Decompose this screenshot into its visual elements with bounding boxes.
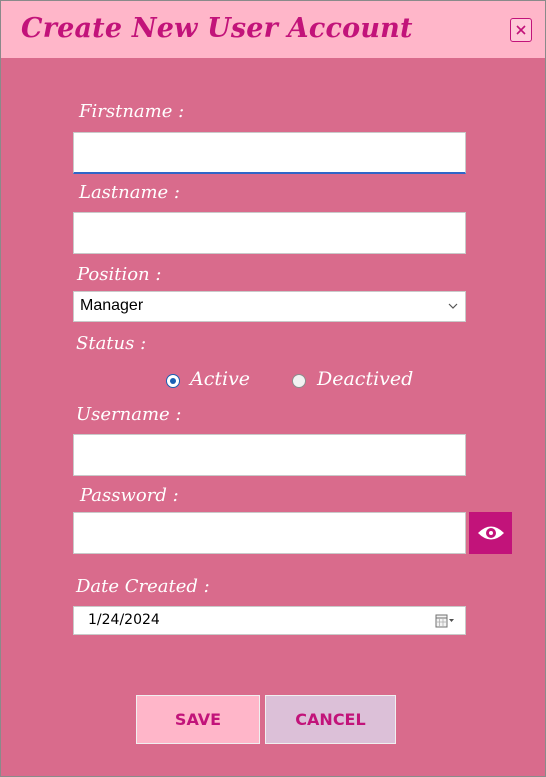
status-label: Status :: [76, 333, 147, 354]
close-icon: [516, 25, 526, 35]
calendar-icon[interactable]: [435, 614, 455, 628]
close-button[interactable]: [510, 18, 532, 42]
status-active-label[interactable]: Active: [190, 368, 250, 390]
position-label: Position :: [77, 264, 162, 285]
firstname-field[interactable]: [74, 133, 465, 172]
status-radio-group: Active Deactived: [166, 368, 456, 394]
eye-icon: [477, 526, 504, 540]
date-created-label: Date Created :: [76, 576, 210, 597]
lastname-label: Lastname :: [79, 182, 180, 203]
status-active-radio[interactable]: [166, 374, 180, 388]
status-deactived-radio[interactable]: [292, 374, 306, 388]
position-select[interactable]: Manager: [73, 291, 466, 322]
username-field-box: [73, 434, 466, 476]
status-deactived-label[interactable]: Deactived: [317, 368, 413, 390]
create-user-dialog: Create New User Account Firstname : Last…: [0, 0, 546, 777]
title-bar: Create New User Account: [1, 1, 545, 58]
date-created-picker[interactable]: 1/24/2024: [73, 606, 466, 635]
save-button[interactable]: SAVE: [136, 695, 260, 744]
firstname-field-box: [73, 132, 466, 174]
firstname-label: Firstname :: [79, 101, 185, 122]
cancel-button[interactable]: CANCEL: [265, 695, 396, 744]
username-field[interactable]: [74, 435, 465, 475]
chevron-down-icon: [448, 303, 458, 309]
date-created-value: 1/24/2024: [88, 612, 160, 628]
dialog-title: Create New User Account: [21, 13, 413, 44]
lastname-field-box: [73, 212, 466, 254]
lastname-field[interactable]: [74, 213, 465, 253]
toggle-password-button[interactable]: [469, 512, 512, 554]
username-label: Username :: [76, 404, 182, 425]
password-field[interactable]: [74, 513, 465, 553]
password-field-box: [73, 512, 466, 554]
position-selected-value: Manager: [80, 297, 144, 314]
password-label: Password :: [80, 485, 179, 506]
